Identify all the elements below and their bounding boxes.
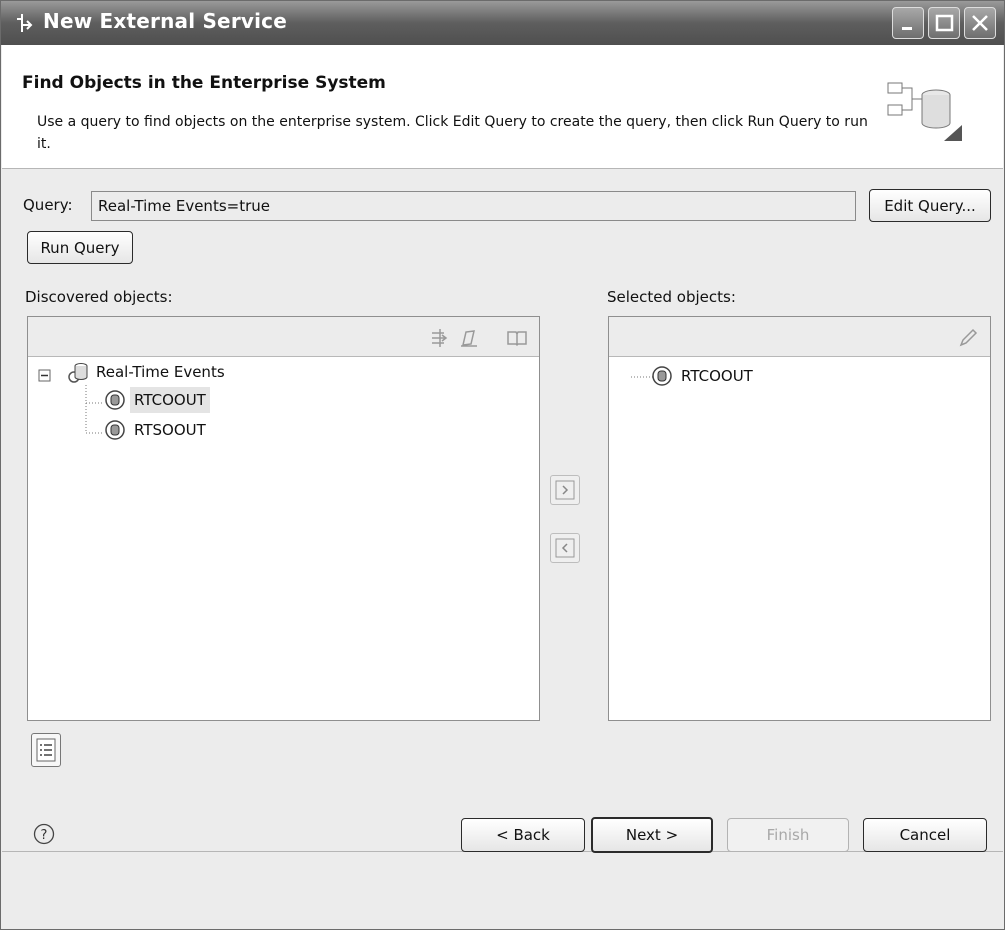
- page-heading: Find Objects in the Enterprise System: [22, 73, 386, 93]
- selected-toolbar: [609, 317, 990, 357]
- discovered-objects-label: Discovered objects:: [25, 288, 173, 306]
- selected-item-rtcoout[interactable]: RTCOOUT: [649, 363, 849, 389]
- minimize-icon: [902, 27, 912, 30]
- back-button[interactable]: < Back: [461, 818, 585, 852]
- properties-icon: [36, 738, 56, 762]
- finish-button[interactable]: Finish: [727, 818, 849, 852]
- cancel-button[interactable]: Cancel: [863, 818, 987, 852]
- maximize-icon: [935, 14, 954, 32]
- book-icon[interactable]: [506, 327, 528, 349]
- page-description: Use a query to find objects on the enter…: [37, 114, 868, 152]
- selected-objects-label: Selected objects:: [607, 288, 736, 306]
- svg-text:?: ?: [41, 828, 48, 843]
- remove-selection-button[interactable]: [550, 533, 580, 563]
- run-query-button[interactable]: Run Query: [27, 231, 133, 264]
- chevron-left-icon: [555, 538, 575, 558]
- edit-query-button[interactable]: Edit Query...: [869, 189, 991, 222]
- query-input[interactable]: [91, 191, 856, 221]
- edit-icon[interactable]: [957, 327, 979, 349]
- help-icon[interactable]: ?: [33, 823, 55, 845]
- query-label: Query:: [23, 196, 73, 214]
- tree-item-label: Real-Time Events: [96, 363, 225, 381]
- next-button[interactable]: Next >: [591, 817, 713, 853]
- window-title: New External Service: [43, 9, 287, 33]
- selected-item-label: RTCOOUT: [681, 367, 753, 385]
- edit-icon[interactable]: [458, 327, 480, 349]
- business-object-icon: [105, 420, 125, 440]
- tree-item-label: RTCOOUT: [130, 387, 210, 413]
- discovered-toolbar: [28, 317, 539, 357]
- wizard-window: New External Service Find Objects in the…: [0, 0, 1005, 930]
- close-icon: [972, 15, 988, 31]
- close-button[interactable]: [964, 7, 996, 39]
- selected-objects-panel: RTCOOUT: [608, 316, 991, 721]
- business-object-group-icon: [68, 363, 88, 383]
- properties-button[interactable]: [31, 733, 61, 767]
- wizard-banner: Find Objects in the Enterprise System Us…: [2, 45, 1003, 169]
- enterprise-system-icon: [887, 82, 962, 141]
- maximize-button[interactable]: [928, 7, 960, 39]
- tree-item-real-time-events[interactable]: Real-Time Events: [64, 359, 324, 385]
- business-object-icon: [652, 366, 672, 386]
- add-selection-button[interactable]: [550, 475, 580, 505]
- filter-icon[interactable]: [428, 327, 450, 349]
- title-bar[interactable]: New External Service: [1, 1, 1004, 45]
- tree-item-rtcoout[interactable]: RTCOOUT: [102, 387, 226, 413]
- chevron-right-icon: [555, 480, 575, 500]
- tree-item-rtsoout[interactable]: RTSOOUT: [102, 417, 226, 443]
- discovered-objects-panel: Real-Time Events RTCOOUT RTSOOUT: [27, 316, 540, 721]
- wizard-app-icon: [17, 14, 33, 32]
- business-object-icon: [105, 390, 125, 410]
- minimize-button[interactable]: [892, 7, 924, 39]
- tree-item-label: RTSOOUT: [134, 421, 206, 439]
